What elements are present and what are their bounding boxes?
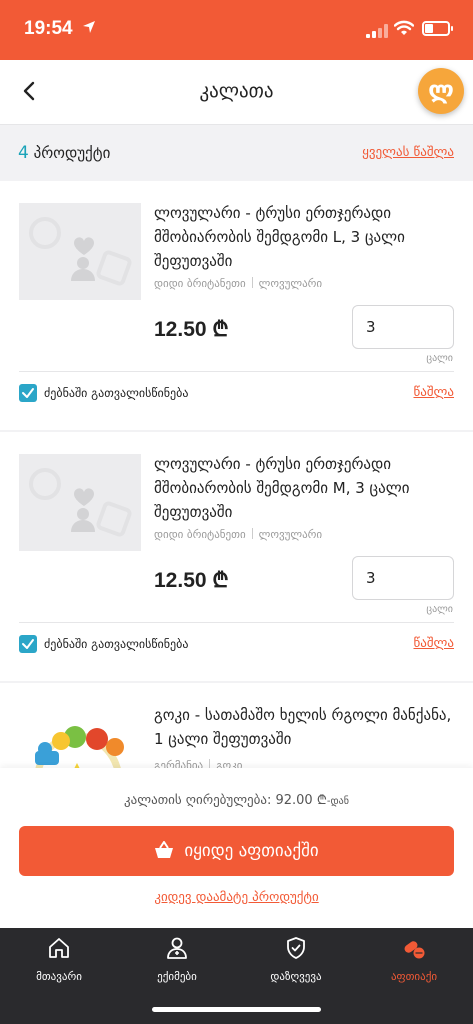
- meta-divider: [251, 528, 253, 539]
- product-image-placeholder: [19, 203, 141, 300]
- product-count-label: პროდუქტი: [33, 144, 111, 162]
- cart-total-suffix: -დან: [326, 796, 349, 807]
- tab-label: მთავარი: [36, 970, 82, 983]
- checkmark-icon: [22, 388, 34, 398]
- product-price: 12.50 ₾: [154, 569, 229, 592]
- wifi-icon: [394, 20, 414, 35]
- shield-icon: [287, 937, 305, 959]
- cart-total-label: კალათის ღირებულება: 92.00 ₾: [124, 793, 327, 808]
- product-image: [19, 705, 141, 773]
- quantity-input[interactable]: 3: [352, 305, 454, 349]
- add-more-products-link[interactable]: კიდევ დაამატე პროდუქტი: [0, 890, 473, 905]
- placeholder-icon: [29, 217, 132, 286]
- divider: [19, 622, 454, 623]
- remove-item-link[interactable]: წაშლა: [414, 636, 455, 651]
- product-name[interactable]: ლოვულარი - ტრუსი ერთჯერადი მშობიარობის შ…: [154, 452, 454, 524]
- pills-icon: [404, 941, 425, 959]
- location-arrow-icon: [83, 21, 95, 33]
- status-time: 19:54: [24, 18, 73, 39]
- cart-item: გოკი - სათამაშო ხელის რგოლი მანქანა, 1 ც…: [0, 683, 473, 773]
- include-in-search-label: ძებნაში გათვალისწინება: [44, 637, 189, 651]
- quantity-unit: ცალი: [426, 604, 453, 615]
- cart-total: კალათის ღირებულება: 92.00 ₾-დან: [0, 790, 473, 808]
- product-brand: ლოვულარი: [258, 528, 323, 541]
- quantity-input[interactable]: 3: [352, 556, 454, 600]
- product-count: 4 პროდუქტი: [18, 143, 110, 163]
- quantity-unit: ცალი: [426, 353, 453, 364]
- home-icon: [49, 938, 69, 958]
- product-count-number: 4: [18, 143, 29, 163]
- divider: [19, 371, 454, 372]
- product-name[interactable]: გოკი - სათამაშო ხელის რგოლი მანქანა, 1 ც…: [154, 703, 454, 751]
- basket-icon: [155, 841, 174, 858]
- buy-in-pharmacy-button[interactable]: იყიდე აფთიაქში: [19, 826, 454, 876]
- navigation-bar: კალათა ლ: [0, 60, 473, 124]
- remove-item-link[interactable]: წაშლა: [414, 385, 455, 400]
- cart-item: ლოვულარი - ტრუსი ერთჯერადი მშობიარობის შ…: [0, 181, 473, 430]
- buy-button-label: იყიდე აფთიაქში: [184, 841, 319, 861]
- tab-insurance[interactable]: დაზღვევა: [237, 928, 355, 998]
- checkout-footer: კალათის ღირებულება: 92.00 ₾-დან იყიდე აფ…: [0, 768, 473, 928]
- product-brand: ლოვულარი: [258, 277, 323, 290]
- product-name[interactable]: ლოვულარი - ტრუსი ერთჯერადი მშობიარობის შ…: [154, 201, 454, 273]
- cellular-signal-icon: [366, 24, 388, 38]
- include-in-search-label: ძებნაში გათვალისწინება: [44, 386, 189, 400]
- status-bar: 19:54: [0, 0, 473, 60]
- product-country: დიდი ბრიტანეთი: [154, 528, 246, 541]
- tab-pharmacy[interactable]: აფთიაქი: [355, 928, 473, 998]
- tab-label: დაზღვევა: [270, 970, 322, 983]
- product-image-placeholder: [19, 454, 141, 551]
- page-title: კალათა: [199, 80, 274, 102]
- meta-divider: [251, 277, 253, 288]
- tab-label: აფთიაქი: [390, 970, 438, 983]
- tab-home[interactable]: მთავარი: [0, 928, 118, 998]
- product-country: დიდი ბრიტანეთი: [154, 277, 246, 290]
- home-indicator: [152, 1007, 321, 1012]
- include-in-search-checkbox[interactable]: [19, 635, 37, 653]
- delete-all-link[interactable]: ყველას წაშლა: [362, 145, 454, 160]
- include-in-search-checkbox[interactable]: [19, 384, 37, 402]
- cart-item: ლოვულარი - ტრუსი ერთჯერადი მშობიარობის შ…: [0, 432, 473, 681]
- doctor-icon: [167, 937, 187, 959]
- placeholder-icon: [29, 468, 132, 537]
- checkmark-icon: [22, 639, 34, 649]
- cart-summary-bar: 4 პროდუქტი ყველას წაშლა: [0, 124, 473, 180]
- lari-currency-button[interactable]: ლ: [418, 68, 464, 114]
- product-meta: დიდი ბრიტანეთი ლოვულარი: [154, 277, 322, 290]
- tab-label: ექიმები: [157, 970, 197, 983]
- product-meta: დიდი ბრიტანეთი ლოვულარი: [154, 528, 322, 541]
- product-price: 12.50 ₾: [154, 318, 229, 341]
- tab-doctors[interactable]: ექიმები: [118, 928, 236, 998]
- baby-toy-image: [34, 726, 124, 773]
- battery-icon: [422, 21, 453, 36]
